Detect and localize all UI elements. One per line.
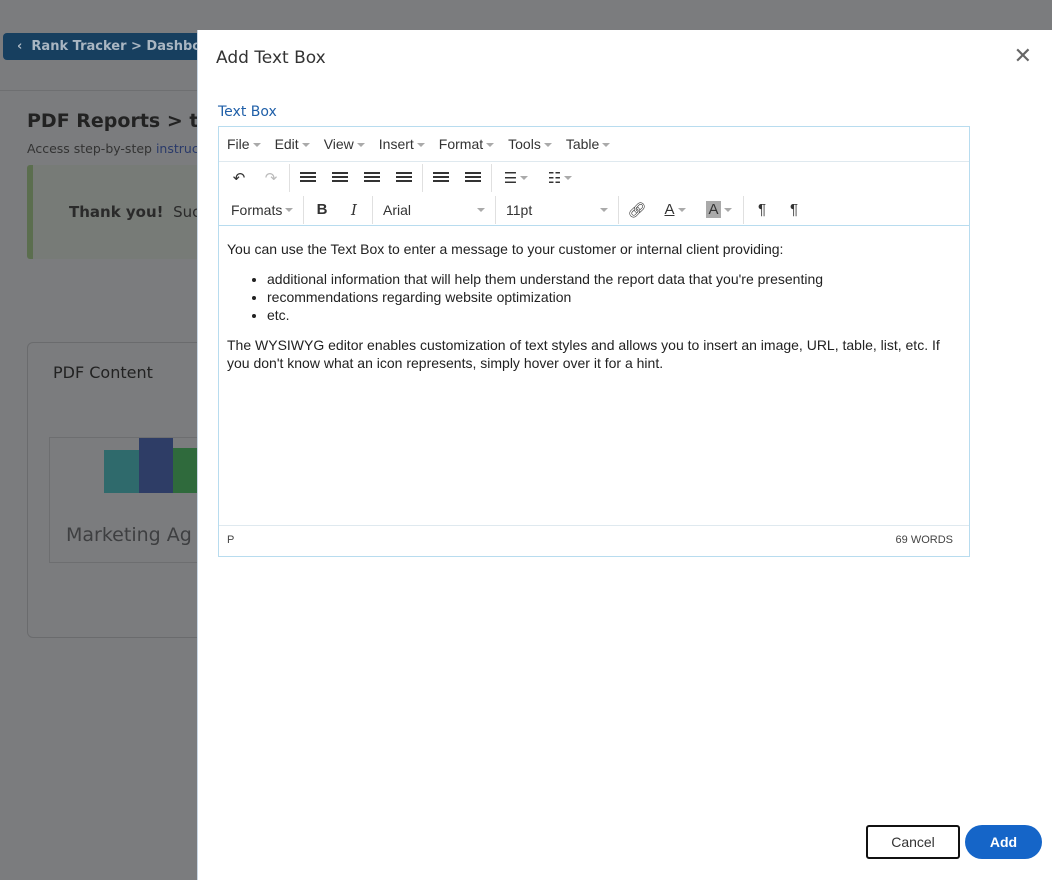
rich-text-editor: File Edit View Insert Format Tools Table… — [218, 126, 970, 557]
cancel-button[interactable]: Cancel — [866, 825, 960, 859]
status-bar: P 69 WORDS — [219, 526, 969, 554]
font-size-select[interactable]: 11pt — [498, 196, 616, 224]
rtl-icon[interactable]: ¶ — [778, 196, 810, 224]
undo-icon[interactable]: ↶ — [223, 164, 255, 192]
alert-bold: Thank you! — [69, 203, 164, 221]
toolbar-row-1: ↶ ↷ ☰ ☷ — [219, 162, 969, 194]
subtitle-text: Access step-by-step — [27, 141, 156, 156]
modal-title: Add Text Box — [216, 48, 326, 68]
outdent-icon[interactable] — [425, 164, 457, 192]
ltr-icon[interactable]: ¶ — [746, 196, 778, 224]
menu-file[interactable]: File — [227, 136, 261, 152]
menu-tools[interactable]: Tools — [508, 136, 552, 152]
align-left-icon[interactable] — [292, 164, 324, 192]
bullet-item: recommendations regarding website optimi… — [267, 288, 961, 306]
background-color-icon[interactable]: A — [697, 196, 741, 224]
menu-insert[interactable]: Insert — [379, 136, 425, 152]
italic-icon[interactable]: I — [338, 196, 370, 224]
logo-text: Marketing Ag — [66, 524, 192, 546]
bullet-list: additional information that will help th… — [267, 270, 961, 324]
bullet-item: etc. — [267, 306, 961, 324]
add-text-box-modal: Add Text Box ✕ Text Box File Edit View I… — [197, 30, 1052, 880]
page-subtitle: Access step-by-step instruc — [27, 141, 199, 156]
font-family-select[interactable]: Arial — [375, 196, 493, 224]
indent-icon[interactable] — [457, 164, 489, 192]
menu-bar: File Edit View Insert Format Tools Table — [219, 127, 969, 162]
justify-icon[interactable] — [388, 164, 420, 192]
menu-format[interactable]: Format — [439, 136, 495, 152]
text-color-icon[interactable]: A — [653, 196, 697, 224]
field-label: Text Box — [218, 104, 277, 120]
align-center-icon[interactable] — [324, 164, 356, 192]
editor-content[interactable]: You can use the Text Box to enter a mess… — [219, 226, 969, 526]
outro-paragraph: The WYSIWYG editor enables customization… — [227, 337, 940, 371]
menu-edit[interactable]: Edit — [275, 136, 310, 152]
close-icon[interactable]: ✕ — [1014, 44, 1032, 69]
add-button[interactable]: Add — [965, 825, 1042, 859]
menu-table[interactable]: Table — [566, 136, 611, 152]
bold-icon[interactable]: B — [306, 196, 338, 224]
redo-icon[interactable]: ↷ — [255, 164, 287, 192]
bullet-item: additional information that will help th… — [267, 270, 961, 288]
word-count: 69 WORDS — [895, 534, 953, 546]
toolbar-row-2: Formats B I Arial 11pt 🔗︎ A A ¶ ¶ — [219, 194, 969, 226]
menu-view[interactable]: View — [324, 136, 365, 152]
bullet-list-icon[interactable]: ☰ — [494, 164, 538, 192]
link-icon[interactable]: 🔗︎ — [621, 196, 653, 224]
card-title: PDF Content — [53, 363, 153, 382]
numbered-list-icon[interactable]: ☷ — [538, 164, 582, 192]
instructions-link[interactable]: instruc — [156, 141, 199, 156]
intro-paragraph: You can use the Text Box to enter a mess… — [227, 241, 784, 257]
align-right-icon[interactable] — [356, 164, 388, 192]
element-path[interactable]: P — [227, 534, 234, 546]
formats-dropdown[interactable]: Formats — [223, 196, 301, 224]
